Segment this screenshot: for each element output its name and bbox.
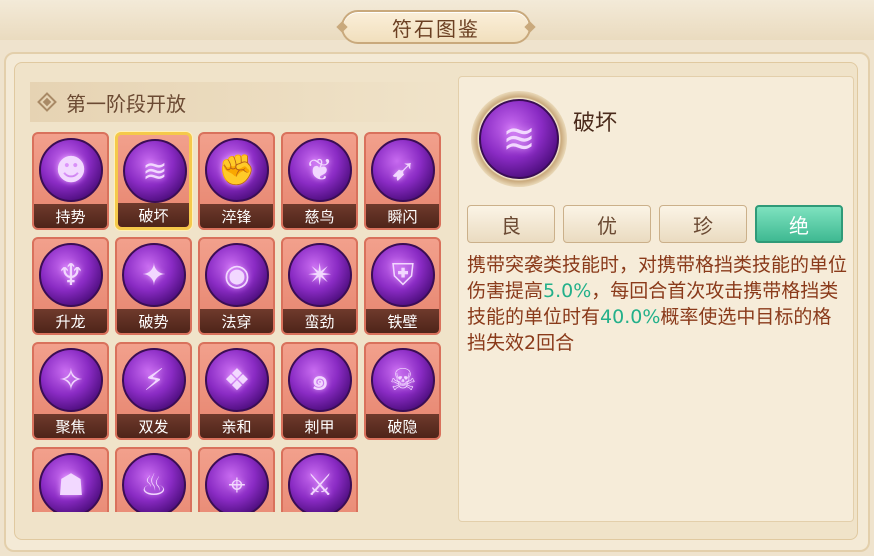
rune-label: 法穿: [200, 309, 273, 333]
strike-icon: ✴: [288, 243, 352, 307]
detail-icon-frame: ≋: [471, 91, 567, 187]
grade-tabs: 良 优 珍 绝: [467, 205, 843, 243]
slash-icon: ≋: [479, 99, 559, 179]
rune-cell[interactable]: ✦ 破势: [115, 237, 192, 335]
rune-label: 慈鸟: [283, 204, 356, 228]
rune-label: 升龙: [34, 309, 107, 333]
mask-icon: ☗: [39, 453, 103, 512]
target-icon: ⌖: [205, 453, 269, 512]
spiral-icon: ๑: [288, 348, 352, 412]
rune-label: 淬锋: [200, 204, 273, 228]
rune-label: 刺甲: [283, 414, 356, 438]
rune-cell[interactable]: ☠ 破隐: [364, 342, 441, 440]
rune-label: 瞬闪: [366, 204, 439, 228]
rune-detail-panel: ≋ 破坏 良 优 珍 绝 携带突袭类技能时，对携带格挡类技能的单位伤害提高5.0…: [458, 76, 854, 522]
demon-icon: ☻: [39, 138, 103, 202]
rune-cell[interactable]: ⌖: [198, 447, 275, 512]
rune-label: 破隐: [366, 414, 439, 438]
rune-cell[interactable]: ๑刺甲: [281, 342, 358, 440]
grade-tab-zhen[interactable]: 珍: [659, 205, 747, 243]
rune-cell[interactable]: ✧ 聚焦: [32, 342, 109, 440]
slash-icon: ≋: [123, 139, 187, 203]
rune-cell[interactable]: ≋ 破坏: [115, 132, 192, 230]
rune-cell[interactable]: ♆ 升龙: [32, 237, 109, 335]
rune-cell[interactable]: ◉ 法穿: [198, 237, 275, 335]
diamond-icon: [37, 92, 57, 112]
fist-icon: ✊: [205, 138, 269, 202]
rune-cell[interactable]: ☗: [32, 447, 109, 512]
rising-icon: ♆: [39, 243, 103, 307]
grade-tab-liang[interactable]: 良: [467, 205, 555, 243]
rune-label: 铁壁: [366, 309, 439, 333]
stage-title: 第一阶段开放: [66, 91, 186, 116]
desc-value-1: 5.0%: [543, 280, 592, 302]
rune-label: 亲和: [200, 414, 273, 438]
rune-cell[interactable]: ❖ 亲和: [198, 342, 275, 440]
rune-cell[interactable]: ⚔: [281, 447, 358, 512]
rune-cell[interactable]: ♨: [115, 447, 192, 512]
rune-cell[interactable]: ⚡ 双发: [115, 342, 192, 440]
grade-tab-jue[interactable]: 绝: [755, 205, 843, 243]
desc-value-2: 40.0%: [600, 306, 661, 328]
rune-list-panel[interactable]: 第一阶段开放 ☻ 持势 ≋ 破坏 ✊ 淬锋 ❦ 慈鸟 ➹ 瞬闪 ♆ 升龙 ✦ 破势 ◉ 法穿 ✴ 蛮劲 ⛨ 铁壁 ✧ 聚焦…: [24, 76, 454, 512]
grade-tab-you[interactable]: 优: [563, 205, 651, 243]
rune-cell[interactable]: ✊ 淬锋: [198, 132, 275, 230]
detail-name: 破坏: [573, 111, 618, 136]
rune-label: 破势: [117, 309, 190, 333]
flame-icon: ♨: [122, 453, 186, 512]
orb-icon: ◉: [205, 243, 269, 307]
focus-icon: ✧: [39, 348, 103, 412]
armor-icon: ⛨: [371, 243, 435, 307]
rune-cell[interactable]: ❦ 慈鸟: [281, 132, 358, 230]
rune-cell[interactable]: ✴ 蛮劲: [281, 237, 358, 335]
rune-cell[interactable]: ➹ 瞬闪: [364, 132, 441, 230]
stage-header: 第一阶段开放: [30, 82, 448, 122]
rune-label: 蛮劲: [283, 309, 356, 333]
heart-shield-icon: ❖: [205, 348, 269, 412]
window-title: 符石图鉴: [341, 10, 531, 44]
rune-label: 双发: [117, 414, 190, 438]
phoenix-icon: ❦: [288, 138, 352, 202]
rune-grid: ☻ 持势 ≋ 破坏 ✊ 淬锋 ❦ 慈鸟 ➹ 瞬闪 ♆ 升龙 ✦ 破势 ◉ 法穿 ✴ 蛮劲 ⛨ 铁壁 ✧ 聚焦 ⚡ 双发 ❖ 亲和๑…: [32, 132, 441, 512]
kick-icon: ✦: [122, 243, 186, 307]
shadow-icon: ☠: [371, 348, 435, 412]
rune-label: 破坏: [118, 203, 189, 227]
rune-description: 携带突袭类技能时，对携带格挡类技能的单位伤害提高5.0%，每回合首次攻击携带格挡…: [467, 252, 847, 356]
rune-label: 持势: [34, 204, 107, 228]
dash-icon: ➹: [371, 138, 435, 202]
sword-icon: ⚔: [288, 453, 352, 512]
rune-label: 聚焦: [34, 414, 107, 438]
rune-cell[interactable]: ⛨ 铁壁: [364, 237, 441, 335]
double-slash-icon: ⚡: [122, 348, 186, 412]
rune-cell[interactable]: ☻ 持势: [32, 132, 109, 230]
